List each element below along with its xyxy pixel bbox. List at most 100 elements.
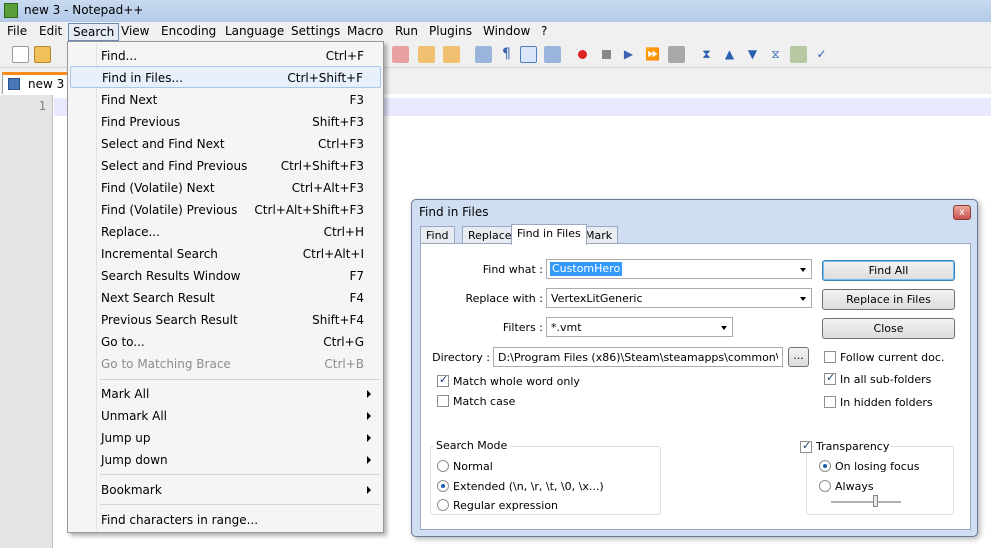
stop-macro-icon[interactable] [598, 46, 615, 63]
menu-plugins[interactable]: Plugins [425, 23, 476, 41]
replace-with-combo[interactable]: VertexLitGeneric [546, 288, 812, 308]
search-menu-dropdown: Find... Ctrl+F Find in Files... Ctrl+Shift… [67, 41, 384, 533]
menu-search[interactable]: Search [68, 23, 120, 41]
expand-icon[interactable]: ⧖ [767, 46, 784, 63]
menu-item-incremental-search[interactable]: Incremental Search Ctrl+Alt+I [70, 243, 381, 265]
sync-h-icon[interactable] [443, 46, 460, 63]
directory-label: Directory : [432, 351, 490, 364]
menu-item-find-next[interactable]: Find Next F3 [70, 89, 381, 111]
replace-in-files-button[interactable]: Replace in Files [822, 289, 955, 310]
menu-window[interactable]: Window [479, 23, 534, 41]
collapse-icon[interactable]: ⧗ [698, 46, 715, 63]
menu-item-unmark-all[interactable]: Unmark All [70, 405, 381, 427]
tab-label: new 3 [28, 77, 65, 91]
close-button[interactable]: Close [822, 318, 955, 339]
zoom-icon[interactable] [392, 46, 409, 63]
menu-item-search-results-window[interactable]: Search Results Window F7 [70, 265, 381, 287]
menu-macro[interactable]: Macro [343, 23, 387, 41]
menu-encoding[interactable]: Encoding [157, 23, 220, 41]
new-file-icon[interactable] [12, 46, 29, 63]
browse-button[interactable]: ... [788, 347, 809, 367]
transparency-checkbox[interactable] [800, 439, 812, 453]
menu-item-find-in-files[interactable]: Find in Files... Ctrl+Shift+F [70, 66, 381, 88]
menu-item-find-volatile-previous[interactable]: Find (Volatile) Previous Ctrl+Alt+Shift+F… [70, 199, 381, 221]
dropdown-arrow-icon[interactable] [800, 297, 806, 301]
dropdown-arrow-icon[interactable] [800, 268, 806, 272]
search-mode-title: Search Mode [434, 439, 510, 452]
spell-check-icon[interactable] [790, 46, 807, 63]
open-file-icon[interactable] [34, 46, 51, 63]
menu-item-jump-down[interactable]: Jump down [70, 449, 381, 471]
menu-item-go-to[interactable]: Go to... Ctrl+G [70, 331, 381, 353]
transparency-slider-thumb[interactable] [873, 495, 879, 507]
menu-help[interactable]: ? [537, 23, 551, 41]
menu-edit[interactable]: Edit [35, 23, 66, 41]
arrow-up-icon[interactable]: ▲ [721, 46, 738, 63]
menu-separator [100, 504, 380, 505]
tab-new-3[interactable]: new 3 [2, 72, 68, 94]
close-icon[interactable]: x [953, 205, 971, 220]
menu-settings[interactable]: Settings [287, 23, 344, 41]
menu-item-find-characters-in-range[interactable]: Find characters in range... [70, 509, 381, 531]
menu-item-jump-up[interactable]: Jump up [70, 427, 381, 449]
dropdown-arrow-icon[interactable] [721, 326, 727, 330]
menu-item-find-volatile-next[interactable]: Find (Volatile) Next Ctrl+Alt+F3 [70, 177, 381, 199]
match-whole-word-label: Match whole word only [453, 375, 580, 388]
in-all-subfolders-checkbox[interactable] [824, 371, 836, 385]
tab-find[interactable]: Find [420, 226, 455, 244]
menu-item-find[interactable]: Find... Ctrl+F [70, 45, 381, 67]
arrow-down-icon[interactable]: ▼ [744, 46, 761, 63]
match-case-checkbox[interactable] [437, 395, 449, 407]
always-radio[interactable] [819, 480, 831, 492]
menu-item-previous-search-result[interactable]: Previous Search Result Shift+F4 [70, 309, 381, 331]
always-label: Always [835, 480, 874, 493]
indent-guide-icon[interactable] [520, 46, 537, 63]
menu-item-mark-all[interactable]: Mark All [70, 383, 381, 405]
match-case-label: Match case [453, 395, 516, 408]
normal-label: Normal [453, 460, 493, 473]
find-what-combo[interactable]: CustomHero [546, 259, 812, 279]
abc-check-icon[interactable]: ✓ [813, 46, 830, 63]
in-hidden-folders-checkbox[interactable] [824, 396, 836, 408]
save-macro-icon[interactable] [668, 46, 685, 63]
on-losing-focus-radio[interactable] [819, 460, 831, 472]
match-whole-word-checkbox[interactable] [437, 373, 449, 387]
follow-current-doc-checkbox[interactable] [824, 351, 836, 363]
extended-label: Extended (\n, \r, \t, \0, \x...) [453, 480, 604, 493]
on-losing-focus-label: On losing focus [835, 460, 920, 473]
menu-file[interactable]: File [3, 23, 31, 41]
line-number: 1 [38, 99, 46, 113]
menu-view[interactable]: View [117, 23, 153, 41]
tab-find-in-files[interactable]: Find in Files [511, 224, 587, 245]
in-all-subfolders-label: In all sub-folders [840, 373, 932, 386]
filters-value: *.vmt [551, 321, 582, 334]
directory-combo[interactable]: D:\Program Files (x86)\Steam\steamapps\c… [493, 347, 783, 367]
menu-item-select-find-next[interactable]: Select and Find Next Ctrl+F3 [70, 133, 381, 155]
find-in-files-panel: Find what : CustomHero Replace with : Ve… [420, 243, 971, 530]
record-macro-icon[interactable] [574, 46, 591, 63]
menu-item-select-find-previous[interactable]: Select and Find Previous Ctrl+Shift+F3 [70, 155, 381, 177]
word-wrap-icon[interactable] [475, 46, 492, 63]
play-multiple-icon[interactable]: ⏩ [644, 46, 661, 63]
filters-combo[interactable]: *.vmt [546, 317, 733, 337]
submenu-arrow-icon [367, 486, 371, 494]
pilcrow-icon[interactable]: ¶ [498, 46, 515, 63]
menu-language[interactable]: Language [221, 23, 288, 41]
menu-separator [100, 379, 380, 380]
find-all-button[interactable]: Find All [822, 260, 955, 281]
menu-bar: File Edit Search View Encoding Language … [0, 22, 991, 42]
sync-v-icon[interactable] [418, 46, 435, 63]
transparency-slider-track[interactable] [831, 501, 901, 503]
regex-radio[interactable] [437, 499, 449, 511]
menu-run[interactable]: Run [391, 23, 422, 41]
menu-item-bookmark[interactable]: Bookmark [70, 479, 381, 501]
doc-map-icon[interactable] [544, 46, 561, 63]
submenu-arrow-icon [367, 456, 371, 464]
menu-item-replace[interactable]: Replace... Ctrl+H [70, 221, 381, 243]
menu-item-next-search-result[interactable]: Next Search Result F4 [70, 287, 381, 309]
tab-replace[interactable]: Replace [462, 226, 518, 244]
play-macro-icon[interactable]: ▶ [620, 46, 637, 63]
menu-item-find-previous[interactable]: Find Previous Shift+F3 [70, 111, 381, 133]
normal-radio[interactable] [437, 460, 449, 472]
extended-radio[interactable] [437, 480, 449, 492]
